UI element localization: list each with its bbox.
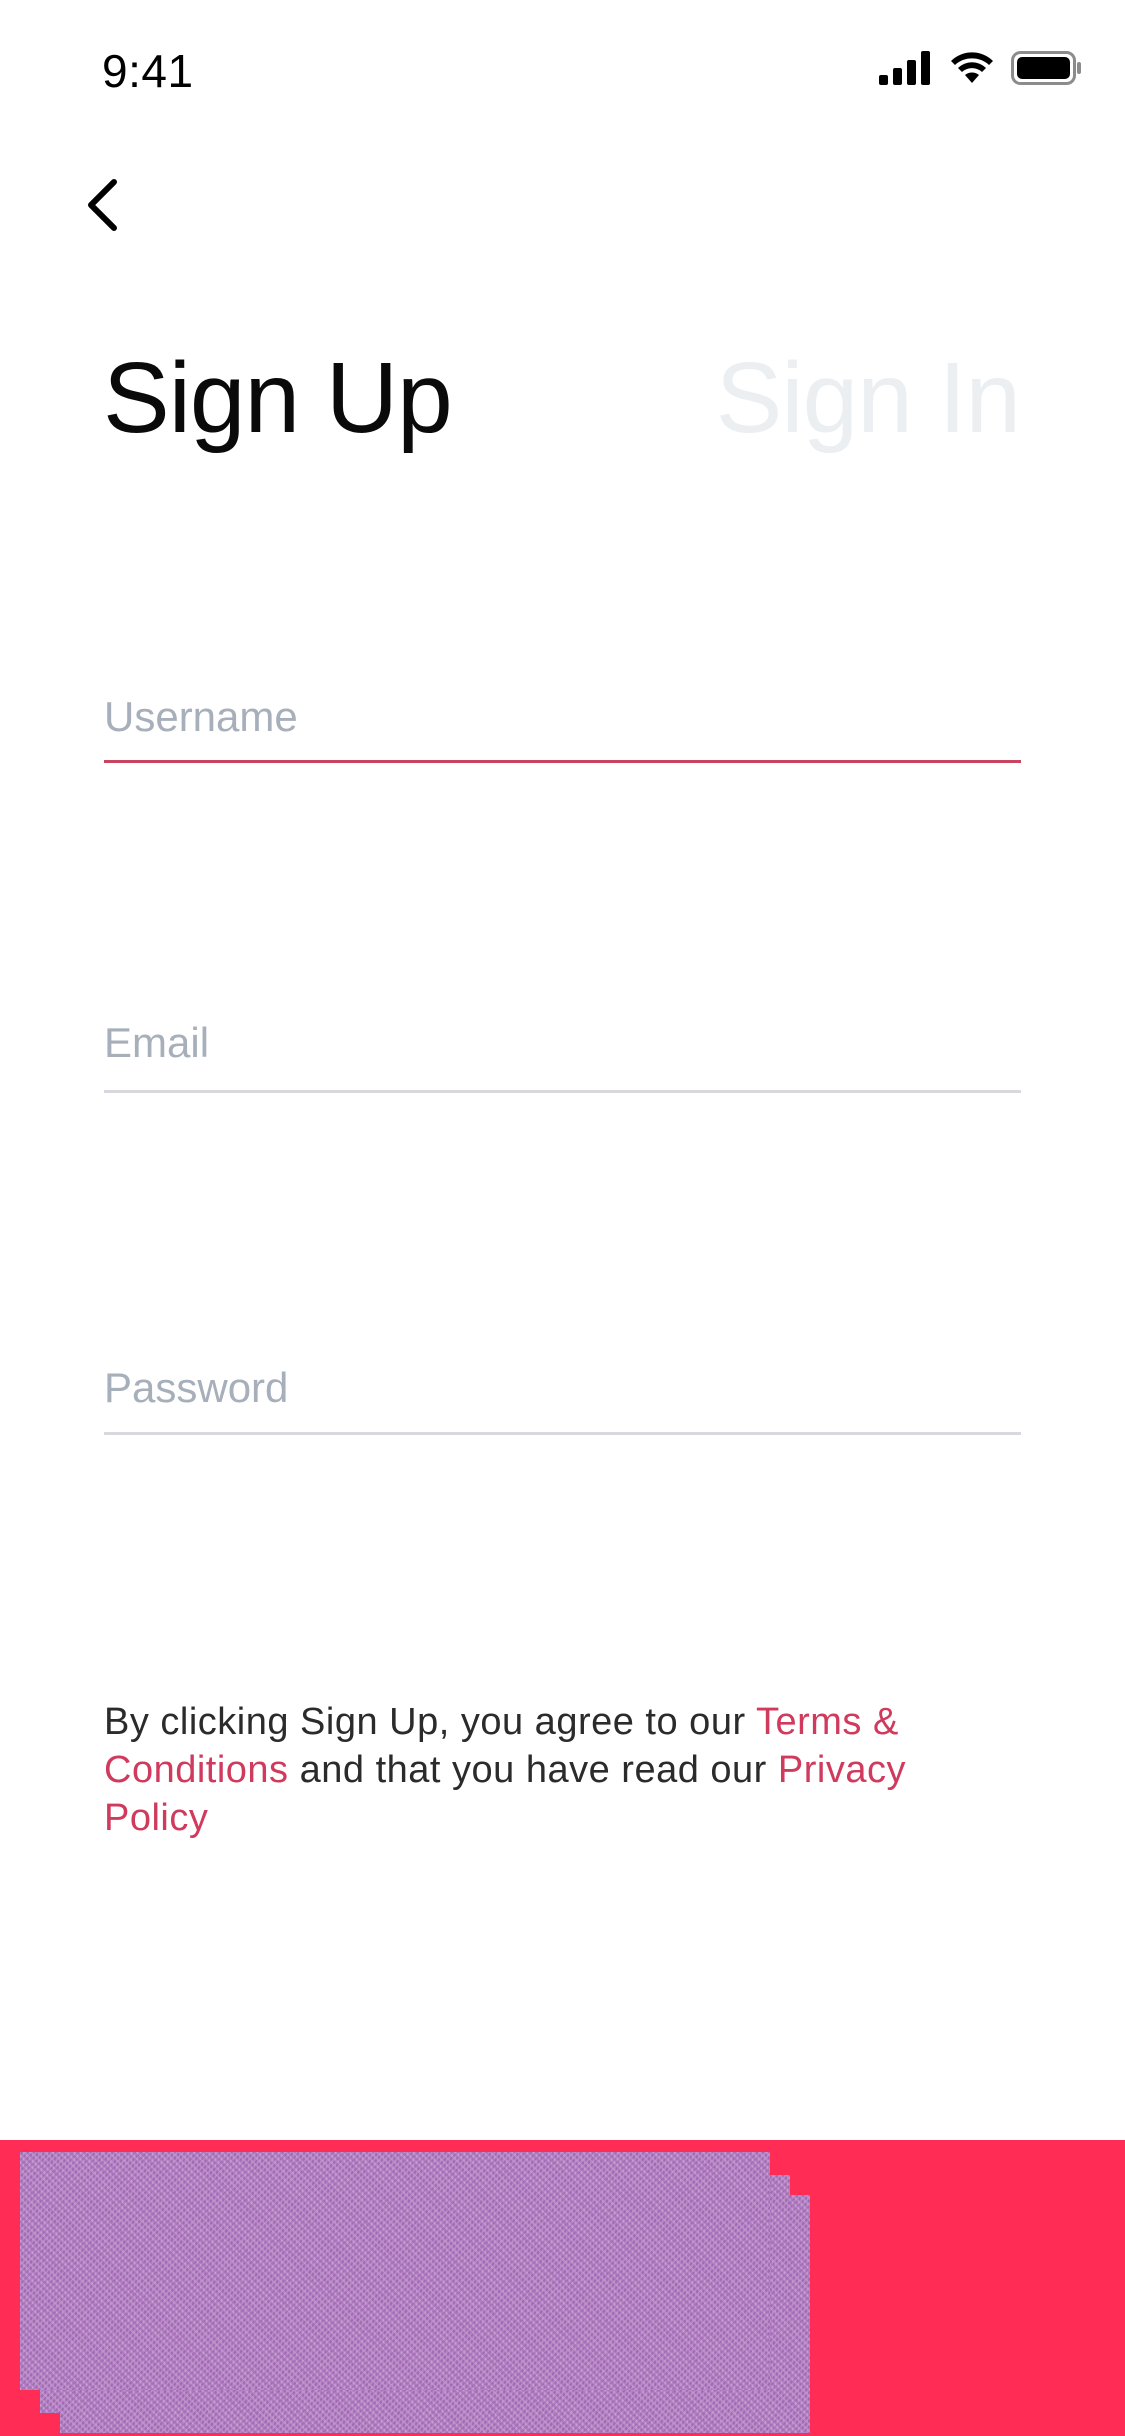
username-underline <box>104 760 1021 763</box>
tab-sign-in[interactable]: Sign In <box>716 338 1021 458</box>
back-button[interactable] <box>78 170 138 240</box>
terms-middle: and that you have read our <box>288 1749 778 1791</box>
tab-sign-up[interactable]: Sign Up <box>103 338 453 458</box>
username-input[interactable] <box>104 687 1021 747</box>
terms-notice: By clicking Sign Up, you agree to our Te… <box>104 1698 1004 1842</box>
password-input[interactable] <box>104 1358 1021 1418</box>
email-underline <box>104 1090 1021 1093</box>
email-input[interactable] <box>104 1013 1021 1073</box>
password-underline <box>104 1432 1021 1435</box>
chevron-left-icon <box>78 179 138 244</box>
status-bar: 9:41 <box>0 0 1125 132</box>
cellular-signal-icon <box>879 50 933 90</box>
password-field-group <box>104 1358 1021 1435</box>
username-field-group <box>104 687 1021 763</box>
bottom-action-bar[interactable] <box>0 2140 1125 2436</box>
status-icons <box>879 50 1083 90</box>
email-field-group <box>104 1013 1021 1093</box>
terms-prefix: By clicking Sign Up, you agree to our <box>104 1701 756 1743</box>
status-time: 9:41 <box>102 45 194 97</box>
redacted-image <box>20 2152 770 2390</box>
wifi-icon <box>949 51 995 90</box>
battery-icon <box>1011 50 1083 90</box>
